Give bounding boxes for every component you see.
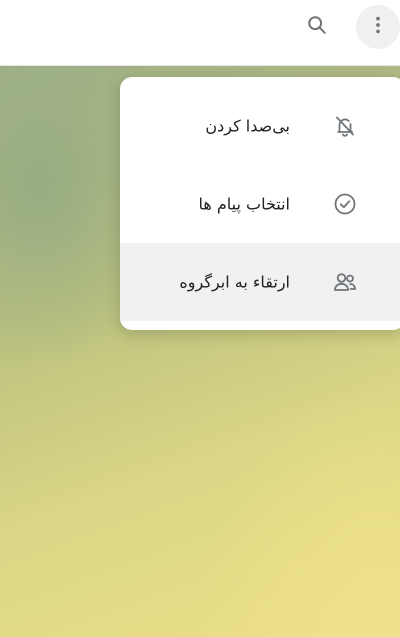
- more-options-button[interactable]: [356, 5, 400, 49]
- users-icon: [331, 268, 359, 296]
- menu-item-upgrade-to-supergroup[interactable]: ارتقاء به ابرگروه: [120, 243, 400, 321]
- more-vertical-icon: [367, 14, 389, 40]
- menu-item-select-messages[interactable]: انتخاب پیام ها: [120, 165, 400, 243]
- menu-item-mute[interactable]: بی‌صدا کردن: [120, 87, 400, 165]
- search-button[interactable]: [295, 5, 339, 49]
- bell-off-icon: [331, 112, 359, 140]
- menu-item-label: ارتقاء به ابرگروه: [179, 272, 290, 292]
- chat-options-menu: بی‌صدا کردن انتخاب پیام ها ارتقاء به: [120, 77, 400, 330]
- chat-header: [0, 0, 400, 66]
- menu-item-label: انتخاب پیام ها: [198, 194, 290, 214]
- check-circle-icon: [331, 190, 359, 218]
- chat-page: بی‌صدا کردن انتخاب پیام ها ارتقاء به: [0, 0, 400, 637]
- search-icon: [306, 14, 328, 40]
- menu-item-label: بی‌صدا کردن: [205, 116, 290, 136]
